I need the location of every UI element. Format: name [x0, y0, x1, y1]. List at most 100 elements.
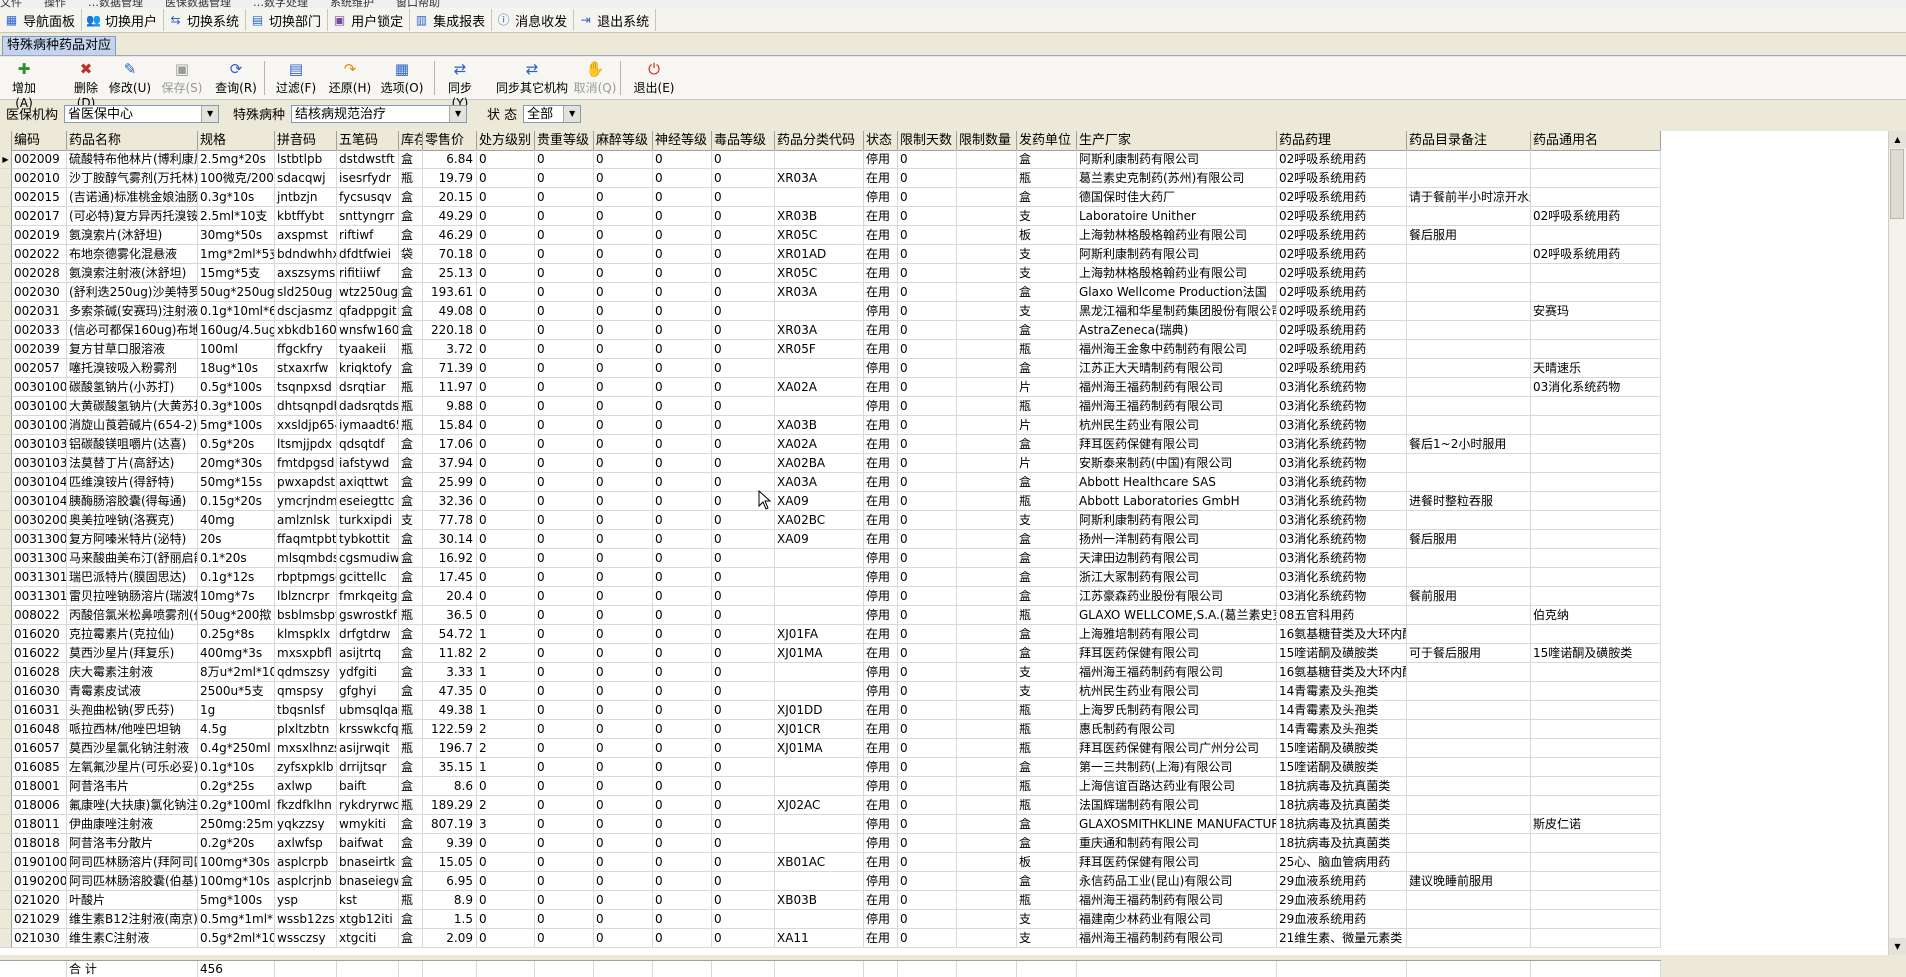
table-cell[interactable] — [957, 226, 1017, 245]
table-cell[interactable]: 03消化系统药物 — [1277, 511, 1407, 530]
table-cell[interactable]: 噻托溴铵吸入粉雾剂 — [67, 359, 198, 378]
table-cell[interactable]: 雷贝拉唑钠肠溶片(瑞波特) — [67, 587, 198, 606]
table-cell[interactable] — [957, 530, 1017, 549]
table-cell[interactable]: 盒 — [399, 929, 423, 948]
table-cell[interactable]: wmykiti — [337, 815, 399, 834]
table-cell[interactable]: 0 — [477, 910, 535, 929]
column-header[interactable]: 药品名称 — [67, 131, 198, 150]
table-cell[interactable]: 0 — [594, 302, 653, 321]
table-cell[interactable]: 0 — [712, 682, 775, 701]
table-cell[interactable]: bnaseirtk — [337, 853, 399, 872]
table-cell[interactable] — [957, 796, 1017, 815]
table-cell[interactable]: 上海雅培制药有限公司 — [1077, 625, 1277, 644]
table-cell[interactable]: 0 — [477, 283, 535, 302]
table-cell[interactable]: 1 — [477, 663, 535, 682]
table-cell[interactable]: 2 — [477, 796, 535, 815]
table-cell[interactable]: 400mg*3s — [198, 644, 275, 663]
table-cell[interactable] — [1407, 796, 1531, 815]
table-cell[interactable]: 惠氏制药有限公司 — [1077, 720, 1277, 739]
table-cell[interactable]: ubmsqlqai — [337, 701, 399, 720]
table-cell[interactable]: XR05C — [775, 226, 864, 245]
table-cell[interactable]: 0 — [653, 492, 712, 511]
table-cell[interactable]: mxsxpbfl — [275, 644, 337, 663]
table-cell[interactable]: 0 — [898, 872, 957, 891]
table-cell[interactable]: 03消化系统药物 — [1277, 435, 1407, 454]
table-cell[interactable]: 0 — [712, 321, 775, 340]
table-cell[interactable]: 0 — [653, 245, 712, 264]
table-row[interactable]: 016022 莫西沙星片(拜复乐) 400mg*3s mxsxpbfl asijtrtq… — [0, 644, 1661, 663]
table-cell[interactable]: 维生素B12注射液(南京) — [67, 910, 198, 929]
table-row[interactable]: 003130091马来酸曲美布汀(舒丽启能)0.1*20smlsqmbdslcg… — [0, 549, 1661, 568]
table-cell[interactable]: 0 — [594, 872, 653, 891]
table-cell[interactable]: fycsusqv — [337, 188, 399, 207]
table-cell[interactable]: 停用 — [864, 663, 898, 682]
table-cell[interactable]: 0 — [898, 758, 957, 777]
table-cell[interactable]: fkzdfklhn — [275, 796, 337, 815]
table-cell[interactable]: 003010041 — [12, 397, 67, 416]
table-cell[interactable]: 0 — [898, 378, 957, 397]
table-row[interactable]: 002039 复方甘草口服溶液 100ml ffgckfry tyaakeii 瓶 3.72… — [0, 340, 1661, 359]
table-cell[interactable]: 0 — [712, 834, 775, 853]
table-cell[interactable]: 盒 — [399, 834, 423, 853]
table-cell[interactable]: 0 — [898, 701, 957, 720]
table-cell[interactable]: 0.2g*100ml — [198, 796, 275, 815]
table-cell[interactable] — [957, 777, 1017, 796]
table-cell[interactable]: 02呼吸系统用药 — [1277, 188, 1407, 207]
table-cell[interactable]: 0 — [898, 302, 957, 321]
table-cell[interactable]: 在用 — [864, 492, 898, 511]
table-cell[interactable]: rykdryrwc — [337, 796, 399, 815]
table-cell[interactable] — [1407, 853, 1531, 872]
table-cell[interactable]: 盒 — [399, 549, 423, 568]
table-cell[interactable]: 0 — [477, 891, 535, 910]
table-cell[interactable]: klmspklx — [275, 625, 337, 644]
table-cell[interactable]: 在用 — [864, 245, 898, 264]
table-cell[interactable] — [957, 834, 1017, 853]
table-row[interactable]: 003010301铝碳酸镁咀嚼片(达喜)0.5g*20sltsmjjpdxqds… — [0, 435, 1661, 454]
table-row[interactable]: 003010411匹维溴铵片(得舒特)50mg*15spwxapdstaxiqt… — [0, 473, 1661, 492]
table-cell[interactable]: 0 — [653, 169, 712, 188]
table-cell[interactable]: 板 — [1017, 226, 1077, 245]
table-cell[interactable] — [1407, 321, 1531, 340]
table-cell[interactable]: 0 — [898, 853, 957, 872]
table-cell[interactable] — [957, 492, 1017, 511]
table-cell[interactable]: 天津田边制药有限公司 — [1077, 549, 1277, 568]
table-cell[interactable]: 002019 — [12, 226, 67, 245]
table-cell[interactable]: 122.59 — [423, 720, 477, 739]
table-cell[interactable]: 0 — [477, 359, 535, 378]
table-cell[interactable] — [957, 473, 1017, 492]
table-cell[interactable]: 0 — [712, 340, 775, 359]
table-cell[interactable]: 0 — [712, 226, 775, 245]
column-header[interactable]: 发药单位 — [1017, 131, 1077, 150]
table-cell[interactable]: 0 — [535, 549, 594, 568]
table-cell[interactable]: 0 — [477, 549, 535, 568]
table-cell[interactable]: 016020 — [12, 625, 67, 644]
table-cell[interactable]: 003130101 — [12, 568, 67, 587]
table-cell[interactable]: 重庆通和制药有限公司 — [1077, 834, 1277, 853]
table-cell[interactable] — [775, 834, 864, 853]
table-cell[interactable]: 0 — [477, 492, 535, 511]
table-cell[interactable] — [775, 682, 864, 701]
table-cell[interactable]: 0 — [477, 606, 535, 625]
table-cell[interactable]: 盒 — [1017, 758, 1077, 777]
table-cell[interactable]: 德国保时佳大药厂 — [1077, 188, 1277, 207]
table-cell[interactable]: 2.5ml*10支 — [198, 207, 275, 226]
table-cell[interactable] — [775, 302, 864, 321]
table-cell[interactable]: 0 — [712, 188, 775, 207]
table-cell[interactable]: 002030 — [12, 283, 67, 302]
table-row[interactable]: ▶ 002009 硫酸特布他林片(博利康尼) 2.5mg*20s lstbtlpb dst… — [0, 150, 1661, 169]
table-cell[interactable]: 瓶 — [399, 606, 423, 625]
table-cell[interactable] — [957, 416, 1017, 435]
table-cell[interactable]: 21维生素、微量元素类 — [1277, 929, 1407, 948]
table-cell[interactable]: 03消化系统药物 — [1277, 587, 1407, 606]
table-cell[interactable]: Glaxo Wellcome Production法国 — [1077, 283, 1277, 302]
table-cell[interactable]: 37.94 — [423, 454, 477, 473]
table-cell[interactable]: 0 — [535, 910, 594, 929]
table-cell[interactable]: 拜耳医药保健有限公司 — [1077, 435, 1277, 454]
table-cell[interactable]: 14青霉素及头孢类 — [1277, 701, 1407, 720]
table-cell[interactable]: tsqnpxsd — [275, 378, 337, 397]
table-cell[interactable]: 盒 — [1017, 530, 1077, 549]
table-cell[interactable]: 黑龙江福和华星制药集团股份有限公司 — [1077, 302, 1277, 321]
table-cell[interactable]: 0 — [477, 511, 535, 530]
toolbar-button[interactable]: ↷ 还原(H) — [328, 59, 372, 97]
table-cell[interactable]: 瓶 — [399, 378, 423, 397]
